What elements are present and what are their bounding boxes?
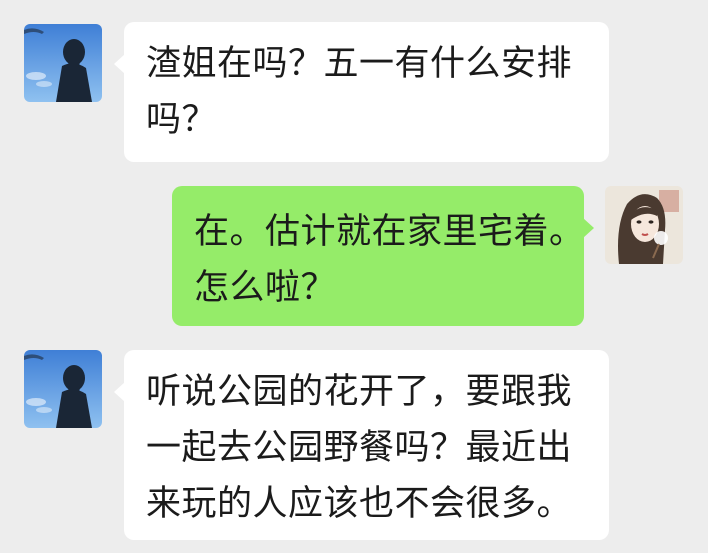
bubble-tail (114, 54, 125, 74)
my-avatar[interactable] (605, 186, 683, 264)
message-text-line: 在。估计就在家里宅着。 (194, 212, 585, 252)
bubble-tail (583, 218, 594, 238)
bubble-tail (114, 382, 125, 402)
message-text-line: 一起去公园野餐吗？最近出 (146, 428, 573, 468)
message-text-line: 吗？ (146, 100, 218, 140)
message-bubble-incoming[interactable]: 渣姐在吗？五一有什么安排 吗？ (114, 22, 609, 162)
message-bubble-outgoing[interactable]: 在。估计就在家里宅着。 怎么啦？ (172, 186, 594, 326)
contact-silhouette-icon (24, 350, 102, 428)
woman-illustration-icon (605, 186, 683, 264)
contact-silhouette-icon (24, 24, 102, 102)
message-text-line: 来玩的人应该也不会很多。 (146, 484, 573, 524)
contact-avatar[interactable] (24, 350, 102, 428)
contact-avatar[interactable] (24, 24, 102, 102)
message-bubble-incoming[interactable]: 听说公园的花开了，要跟我 一起去公园野餐吗？最近出 来玩的人应该也不会很多。 (114, 350, 609, 540)
message-text-line: 渣姐在吗？五一有什么安排 (146, 44, 573, 84)
message-text-line: 怎么啦？ (194, 268, 337, 308)
message-text-line: 听说公园的花开了，要跟我 (146, 372, 573, 412)
